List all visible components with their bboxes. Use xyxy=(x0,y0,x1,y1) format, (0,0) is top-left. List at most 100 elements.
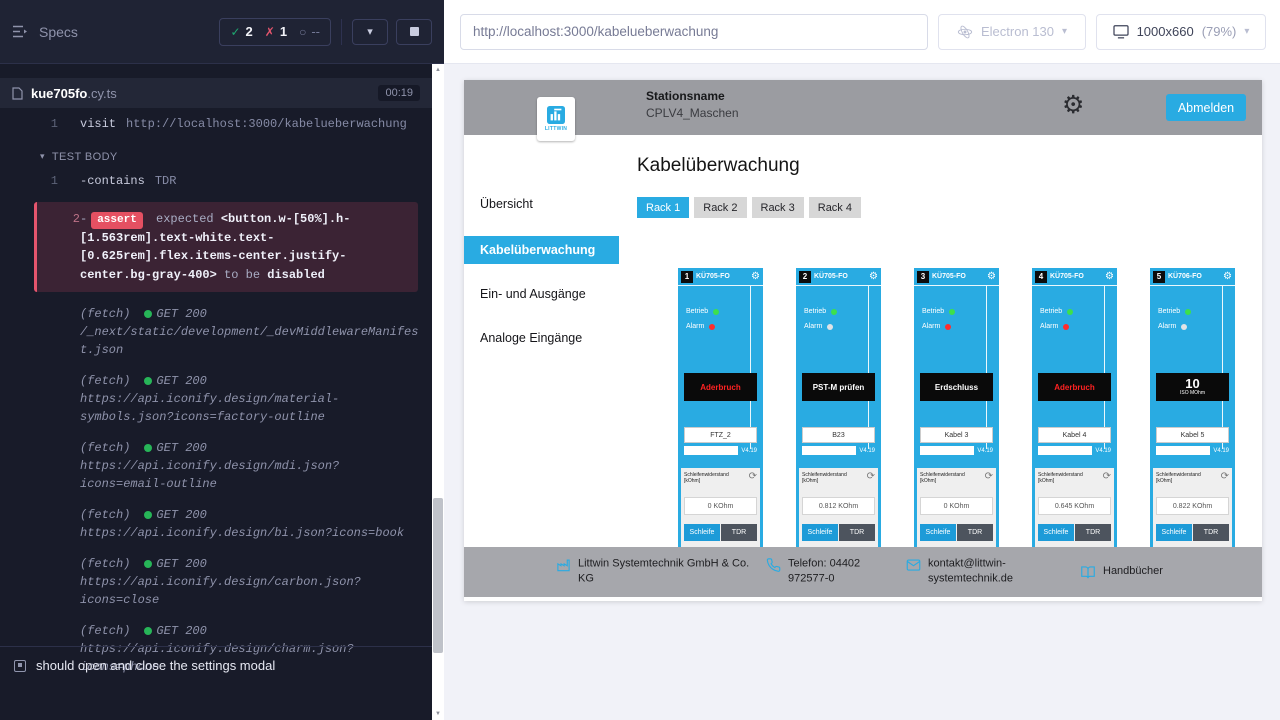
cable-label: Kabel 5 xyxy=(1156,427,1229,443)
address-bar[interactable] xyxy=(460,14,928,50)
footer-handbuecher[interactable]: Handbücher xyxy=(1080,564,1230,580)
cable-label: B23 xyxy=(802,427,875,443)
logout-button[interactable]: Abmelden xyxy=(1166,94,1246,121)
command-name: visit xyxy=(80,117,116,131)
chevron-down-icon: ▾ xyxy=(40,151,45,162)
command-name: -contains xyxy=(80,174,145,188)
littwin-logo: LITTWIN xyxy=(537,97,575,141)
status-ok-dot xyxy=(144,627,152,635)
scroll-down-icon[interactable]: ▼ xyxy=(432,711,444,717)
betrieb-led xyxy=(831,309,837,315)
schleife-button[interactable]: Schleife xyxy=(1156,524,1192,541)
nav-ein-und-ausgaenge[interactable]: Ein- und Ausgänge xyxy=(464,280,619,308)
tdr-button[interactable]: TDR xyxy=(1193,524,1229,541)
aut-panel: Electron 130 ▾ 1000x660 (79%) ▾ xyxy=(444,0,1280,720)
refresh-icon[interactable]: ⟳ xyxy=(1221,472,1229,482)
nav-kabelueberwachung[interactable]: Kabelüberwachung xyxy=(464,236,619,264)
refresh-icon[interactable]: ⟳ xyxy=(985,472,993,482)
aut-frame: LITTWIN Stationsname CPLV4_Maschen ⚙ Abm… xyxy=(464,80,1262,601)
tdr-button[interactable]: TDR xyxy=(839,524,875,541)
betrieb-label: Betrieb xyxy=(686,308,708,315)
aut-toolbar: Electron 130 ▾ 1000x660 (79%) ▾ xyxy=(444,0,1280,64)
fetch-url: https://api.iconify.design/material-symb… xyxy=(80,390,422,426)
command-assert-failed[interactable]: 2 -assert expected <button.w-[50%].h-[1.… xyxy=(34,202,418,293)
card-gear-icon[interactable]: ⚙ xyxy=(751,272,760,282)
cypress-app-window: Specs ✓ 2 ✗ 1 ○ -- ▾ xyxy=(0,0,1280,720)
status-display: Aderbruch xyxy=(1038,373,1111,401)
command-visit[interactable]: 1 visithttp://localhost:3000/kabelueberw… xyxy=(0,112,432,137)
tab-rack-3[interactable]: Rack 3 xyxy=(752,197,804,218)
pending-test-title: should open and close the settings modal xyxy=(36,658,275,673)
alarm-led xyxy=(1063,324,1069,330)
refresh-icon[interactable]: ⟳ xyxy=(1103,472,1111,482)
firmware-version: V4.19 xyxy=(741,448,757,454)
spec-header[interactable]: kue705fo.cy.ts 00:19 xyxy=(0,78,432,108)
iso-value: 10 xyxy=(1185,377,1199,391)
firmware-version: V4.19 xyxy=(1213,448,1229,454)
fetch-label: (fetch) xyxy=(80,305,130,323)
device-card-3: 3 KÜ705-FO ⚙ Betrieb Alarm Erdschluss xyxy=(914,268,999,553)
fetch-label: (fetch) xyxy=(80,506,130,524)
status-ok-dot xyxy=(144,560,152,568)
footer-email[interactable]: kontakt@littwin-systemtechnik.de xyxy=(906,557,1038,588)
pending-test-row[interactable]: should open and close the settings modal xyxy=(0,646,432,684)
nav-analoge-eingaenge[interactable]: Analoge Eingänge xyxy=(464,324,619,352)
scrollbar-thumb[interactable] xyxy=(433,498,443,653)
betrieb-label: Betrieb xyxy=(1158,308,1180,315)
spec-name: kue705fo.cy.ts xyxy=(31,86,117,101)
reporter-scrollbar[interactable]: ▲ ▼ xyxy=(432,64,444,720)
test-stats: ✓ 2 ✗ 1 ○ -- xyxy=(219,18,331,46)
card-model: KÜ705-FO xyxy=(814,273,866,280)
loop-resistance-value: 0.812 KOhm xyxy=(802,497,875,515)
app-sidebar: Übersicht Kabelüberwachung Ein- und Ausg… xyxy=(464,135,619,547)
refresh-icon[interactable]: ⟳ xyxy=(867,472,875,482)
footer-phone[interactable]: Telefon: 04402 972577-0 xyxy=(766,557,888,588)
assert-dash: - xyxy=(80,212,87,226)
viewport-size: 1000x660 xyxy=(1137,24,1194,39)
assert-tail: to be xyxy=(224,268,260,282)
command-number: 1 xyxy=(0,173,58,190)
stop-run-button[interactable] xyxy=(396,19,432,45)
tdr-button[interactable]: TDR xyxy=(721,524,757,541)
tab-rack-1[interactable]: Rack 1 xyxy=(637,197,689,218)
alarm-label: Alarm xyxy=(1040,323,1058,330)
card-gear-icon[interactable]: ⚙ xyxy=(987,272,996,282)
schleife-button[interactable]: Schleife xyxy=(802,524,838,541)
browser-select[interactable]: Electron 130 ▾ xyxy=(938,14,1086,50)
card-gear-icon[interactable]: ⚙ xyxy=(1223,272,1232,282)
tab-rack-4[interactable]: Rack 4 xyxy=(809,197,861,218)
rack-tabs: Rack 1 Rack 2 Rack 3 Rack 4 xyxy=(637,197,861,218)
viewport-select[interactable]: 1000x660 (79%) ▾ xyxy=(1096,14,1266,50)
card-gear-icon[interactable]: ⚙ xyxy=(1105,272,1114,282)
settings-gear-icon[interactable]: ⚙ xyxy=(1062,89,1084,122)
refresh-icon[interactable]: ⟳ xyxy=(749,472,757,482)
test-body-section[interactable]: ▾ TEST BODY xyxy=(0,137,432,169)
schleife-button[interactable]: Schleife xyxy=(1038,524,1074,541)
status-ok-dot xyxy=(144,310,152,318)
measurement-label: Schleifenwiderstand [kOhm] xyxy=(920,472,978,484)
tdr-button[interactable]: TDR xyxy=(957,524,993,541)
collapse-runs-button[interactable]: ▾ xyxy=(352,19,388,45)
specs-label[interactable]: Specs xyxy=(39,24,78,40)
chevron-down-icon: ▾ xyxy=(1244,26,1249,37)
schleife-button[interactable]: Schleife xyxy=(920,524,956,541)
aut-stage: LITTWIN Stationsname CPLV4_Maschen ⚙ Abm… xyxy=(444,64,1280,720)
scroll-up-icon[interactable]: ▲ xyxy=(432,67,444,73)
tdr-button[interactable]: TDR xyxy=(1075,524,1111,541)
card-number: 2 xyxy=(799,271,811,283)
fetch-label: (fetch) xyxy=(80,622,130,640)
tab-rack-2[interactable]: Rack 2 xyxy=(694,197,746,218)
specs-list-icon[interactable] xyxy=(12,24,29,39)
spec-file-icon xyxy=(12,87,23,100)
command-contains[interactable]: 1 -containsTDR xyxy=(0,169,432,194)
measurement-label: Schleifenwiderstand [kOhm] xyxy=(1156,472,1214,484)
command-number: 2 xyxy=(37,210,80,285)
spec-extension: .cy.ts xyxy=(87,86,116,101)
nav-uebersicht[interactable]: Übersicht xyxy=(464,190,619,218)
viewport-icon xyxy=(1113,25,1129,39)
card-gear-icon[interactable]: ⚙ xyxy=(869,272,878,282)
schleife-button[interactable]: Schleife xyxy=(684,524,720,541)
status-display: Aderbruch xyxy=(684,373,757,401)
status-ok-dot xyxy=(144,511,152,519)
app-footer: Littwin Systemtechnik GmbH & Co. KG Tele… xyxy=(464,547,1262,597)
